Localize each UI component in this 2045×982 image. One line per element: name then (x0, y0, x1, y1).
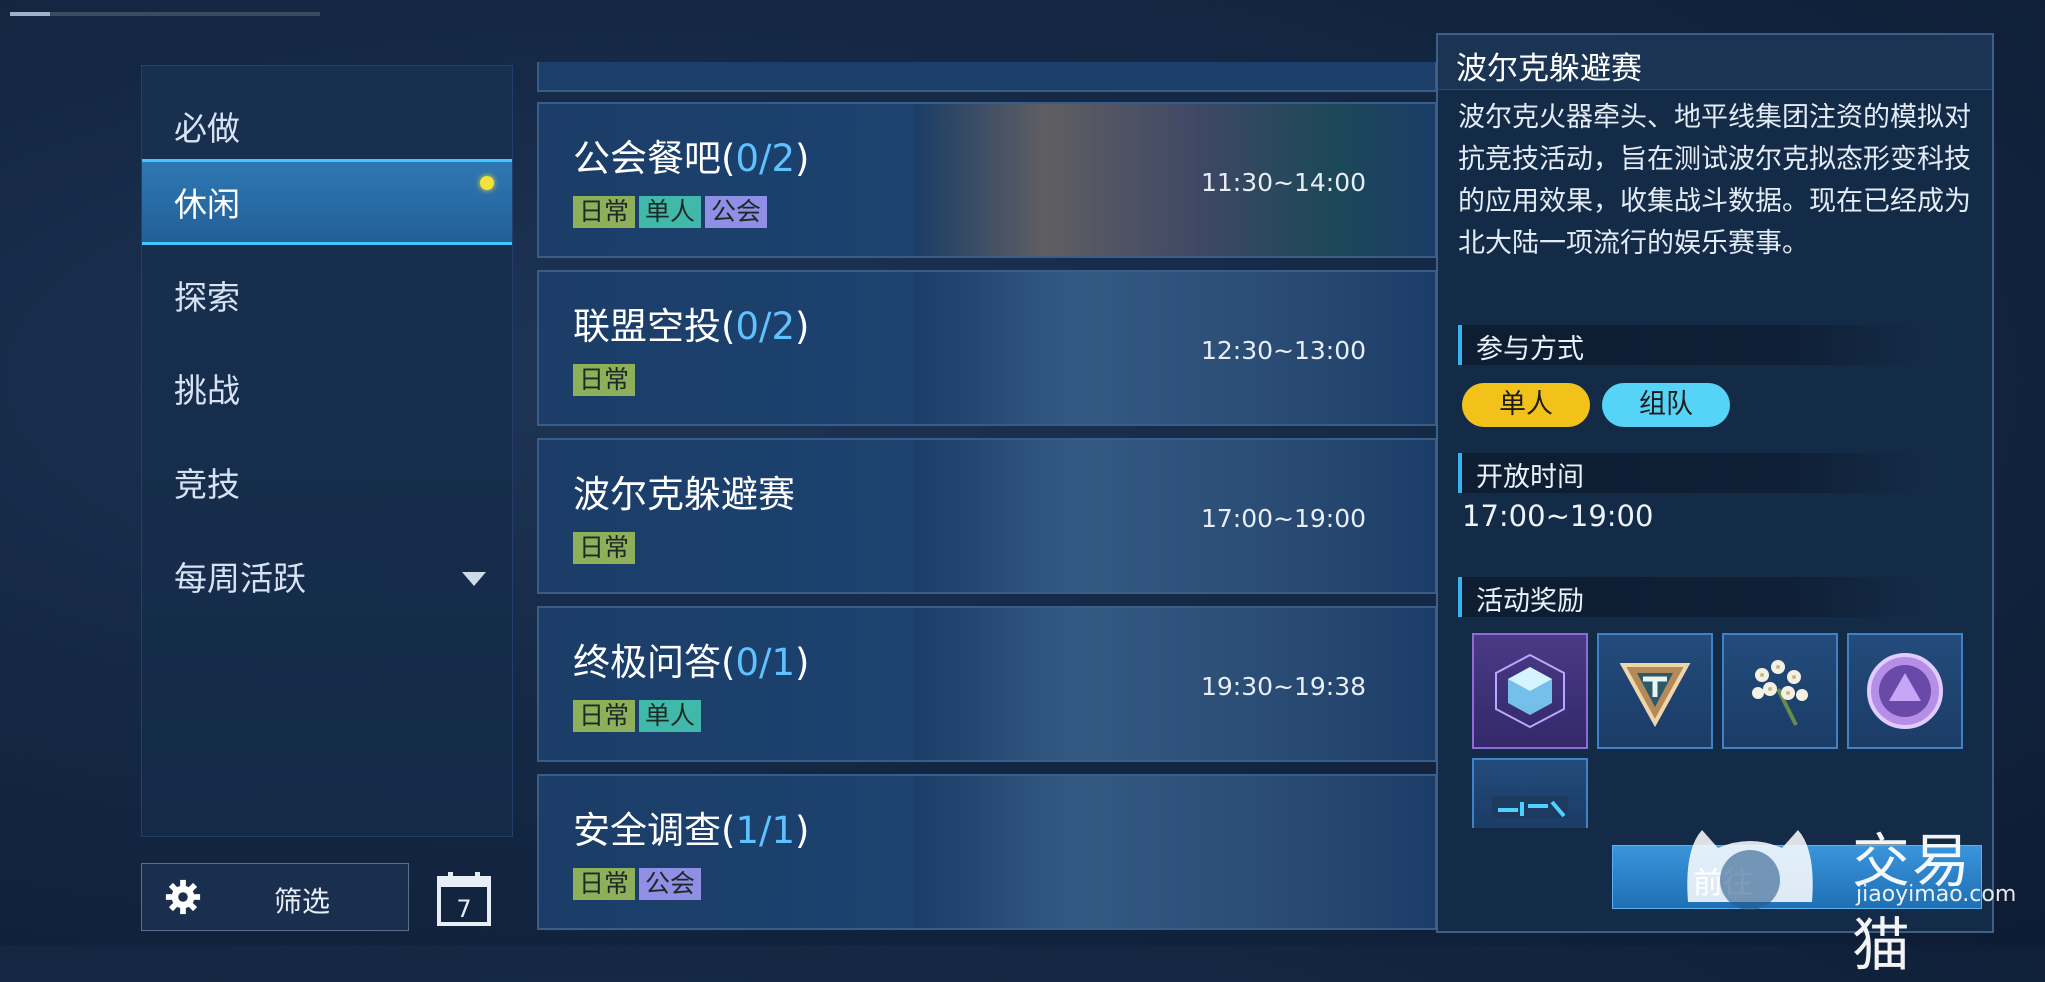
gear-icon (165, 879, 201, 915)
section-participation: 参与方式 (1458, 325, 1932, 365)
reward-item[interactable] (1722, 633, 1838, 749)
filter-button[interactable]: 筛选 (141, 863, 409, 931)
sidebar-item-label: 探索 (174, 278, 240, 317)
watermark-url: jiaoyimao.com (1856, 882, 2017, 907)
mode-solo-pill: 单人 (1462, 383, 1590, 427)
sidebar-item-label: 挑战 (174, 371, 240, 410)
calendar-button[interactable]: 7 (433, 868, 495, 930)
tag-list: 日常 (573, 532, 636, 564)
section-title: 参与方式 (1476, 334, 1584, 365)
tag-guild: 公会 (705, 196, 768, 228)
filter-label: 筛选 (274, 885, 331, 918)
reward-item[interactable] (1472, 633, 1588, 749)
detail-header: 波尔克躲避赛 (1438, 35, 1992, 90)
tag-daily: 日常 (573, 364, 636, 396)
tag-daily: 日常 (573, 700, 636, 732)
cat-logo-icon (1687, 830, 1813, 910)
flower-bouquet-icon (1752, 660, 1808, 726)
section-open-time: 开放时间 (1458, 453, 1932, 493)
detail-title: 波尔克躲避赛 (1456, 51, 1642, 87)
cube-crystal-icon (1495, 653, 1565, 729)
activity-item-guild-bar[interactable]: 公会餐吧(0/2) 11:30~14:00 日常 单人 公会 (537, 102, 1437, 258)
reward-item[interactable] (1597, 633, 1713, 749)
sidebar-item-label: 竞技 (174, 465, 240, 504)
tag-list: 日常 单人 公会 (573, 196, 768, 228)
sidebar-item-competitive[interactable]: 竞技 (142, 442, 512, 528)
section-title: 活动奖励 (1476, 586, 1584, 617)
tag-solo: 单人 (639, 196, 702, 228)
activity-title: 波尔克躲避赛 (573, 473, 795, 516)
activity-time: 17:00~19:00 (1201, 504, 1367, 533)
loading-bar (10, 12, 320, 16)
caret-down-icon (462, 572, 486, 586)
activity-item-dodge-race[interactable]: 波尔克躲避赛 17:00~19:00 日常 (537, 438, 1437, 594)
reward-item[interactable] (1472, 758, 1588, 828)
triangle-badge-icon (1619, 663, 1691, 728)
tag-daily: 日常 (573, 532, 636, 564)
activity-detail-panel: 波尔克躲避赛 波尔克火器牵头、地平线集团注资的模拟对抗竞技活动，旨在测试波尔克拟… (1436, 33, 1994, 933)
activity-item-ultimate-quiz[interactable]: 终极问答(0/1) 19:30~19:38 日常 单人 (537, 606, 1437, 762)
category-sidebar: 必做 休闲 探索 挑战 竞技 每周活跃 (141, 65, 513, 837)
title-card-icon (1492, 796, 1568, 818)
detail-description: 波尔克火器牵头、地平线集团注资的模拟对抗竞技活动，旨在测试波尔克拟态形变科技的应… (1458, 102, 1971, 259)
activity-title: 公会餐吧(0/2) (573, 137, 810, 180)
activity-title: 安全调查(1/1) (573, 809, 810, 852)
sidebar-item-challenge[interactable]: 挑战 (142, 348, 512, 434)
calendar-icon: 7 (437, 872, 491, 926)
svg-text:7: 7 (456, 895, 471, 923)
tag-list: 日常 单人 (573, 700, 702, 732)
tag-list: 日常 (573, 364, 636, 396)
tag-solo: 单人 (639, 700, 702, 732)
tag-daily: 日常 (573, 868, 636, 900)
section-rewards: 活动奖励 (1458, 577, 1932, 617)
notification-dot (480, 176, 494, 190)
tag-daily: 日常 (573, 196, 636, 228)
reward-item[interactable] (1847, 633, 1963, 749)
sidebar-item-leisure[interactable]: 休闲 (142, 159, 512, 245)
activity-item-security-investigation[interactable]: 安全调查(1/1) 日常 公会 (537, 774, 1437, 930)
mode-team-pill: 组队 (1602, 383, 1730, 427)
tag-list: 日常 公会 (573, 868, 702, 900)
sidebar-item-label: 休闲 (174, 185, 240, 224)
activity-time: 11:30~14:00 (1201, 168, 1367, 197)
activity-time: 19:30~19:38 (1201, 672, 1367, 701)
activity-time: 12:30~13:00 (1201, 336, 1367, 365)
activity-title: 联盟空投(0/2) (573, 305, 810, 348)
watermark: 交易猫 jiaoyimao.com (1680, 810, 2030, 979)
list-item-partial (537, 62, 1437, 92)
sidebar-item-label: 每周活跃 (174, 559, 306, 598)
sidebar-item-weekly-active[interactable]: 每周活跃 (142, 536, 512, 622)
activity-banner-image (915, 776, 1435, 928)
open-time-value: 17:00~19:00 (1462, 499, 1654, 533)
activity-title: 终极问答(0/1) (573, 641, 810, 684)
sidebar-item-explore[interactable]: 探索 (142, 255, 512, 341)
activity-item-alliance-airdrop[interactable]: 联盟空投(0/2) 12:30~13:00 日常 (537, 270, 1437, 426)
purple-coin-icon (1867, 653, 1943, 729)
tag-guild: 公会 (639, 868, 702, 900)
section-title: 开放时间 (1476, 462, 1584, 493)
